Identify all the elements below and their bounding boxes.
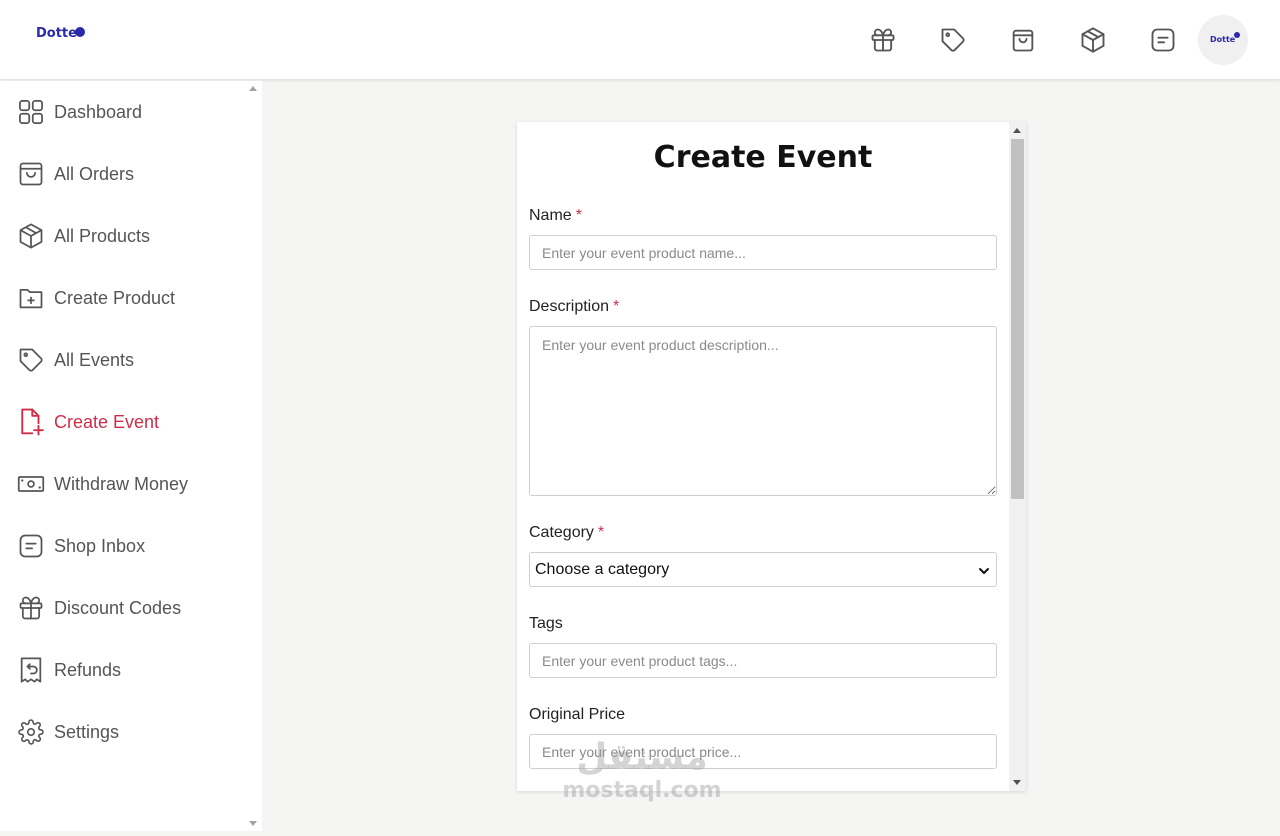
card-scrollbar[interactable]: [1009, 122, 1026, 791]
money-icon: [16, 469, 46, 499]
shopping-bag-icon: [16, 159, 46, 189]
avatar-dot: [1234, 32, 1240, 38]
sidebar-item-label: Settings: [54, 721, 120, 742]
file-plus-icon: [16, 407, 46, 437]
watermark-latin: mostaql.com: [562, 778, 722, 803]
sidebar-item-label: Create Event: [54, 411, 160, 432]
category-select[interactable]: Choose a category: [529, 552, 997, 587]
scroll-down-arrow-icon[interactable]: [1013, 780, 1021, 785]
sidebar-item-label: Create Product: [54, 287, 176, 308]
sidebar-item-label: Shop Inbox: [54, 535, 146, 556]
description-label-text: Description: [529, 298, 610, 315]
shopping-bag-icon[interactable]: [1007, 24, 1039, 56]
avatar-text: Dotte: [1210, 35, 1236, 44]
required-mark: *: [613, 298, 620, 315]
tag-icon[interactable]: [937, 24, 969, 56]
category-label: Category *: [529, 524, 604, 542]
category-selected-value: Choose a category: [535, 560, 670, 578]
sidebar-item-label: Discount Codes: [54, 597, 182, 618]
description-textarea[interactable]: [529, 326, 997, 496]
sidebar-item-shop-inbox[interactable]: Shop Inbox: [0, 526, 245, 566]
sidebar-item-withdraw-money[interactable]: Withdraw Money: [0, 464, 245, 504]
sidebar-scrollbar[interactable]: [245, 81, 262, 831]
logo-dot: [75, 27, 85, 37]
logo[interactable]: Dotte: [36, 26, 77, 41]
watermark-arabic: مستقل: [576, 737, 708, 778]
original-price-label-text: Original Price: [529, 706, 626, 723]
required-mark: *: [575, 207, 582, 224]
message-icon: [16, 531, 46, 561]
description-label: Description *: [529, 298, 619, 316]
sidebar-item-label: Refunds: [54, 659, 122, 680]
sidebar-item-label: Withdraw Money: [54, 473, 189, 494]
avatar[interactable]: Dotte: [1198, 15, 1248, 65]
receipt-refund-icon: [16, 655, 46, 685]
sidebar-item-discount-codes[interactable]: Discount Codes: [0, 588, 245, 628]
sidebar-item-all-products[interactable]: All Products: [0, 216, 245, 256]
chevron-down-icon: [978, 564, 990, 582]
category-label-text: Category: [529, 524, 594, 541]
original-price-label: Original Price: [529, 706, 625, 724]
sidebar-item-refunds[interactable]: Refunds: [0, 650, 245, 690]
folder-plus-icon: [16, 283, 46, 313]
sidebar-item-label: Dashboard: [54, 101, 143, 122]
sidebar-item-all-orders[interactable]: All Orders: [0, 154, 245, 194]
scrollbar-thumb[interactable]: [1011, 139, 1024, 499]
package-icon: [16, 221, 46, 251]
sidebar-item-dashboard[interactable]: Dashboard: [0, 92, 245, 132]
sidebar-item-create-event[interactable]: Create Event: [0, 402, 245, 442]
top-header: Dotte Dotte: [0, 0, 1280, 80]
sidebar: Dashboard All Orders All Products Create…: [0, 81, 245, 831]
tags-label: Tags: [529, 615, 563, 633]
tags-label-text: Tags: [529, 615, 563, 632]
scroll-up-arrow-icon[interactable]: [1013, 128, 1021, 133]
sidebar-item-all-events[interactable]: All Events: [0, 340, 245, 380]
tag-icon: [16, 345, 46, 375]
package-icon[interactable]: [1077, 24, 1109, 56]
scroll-up-arrow-icon[interactable]: [249, 86, 257, 91]
sidebar-item-label: All Events: [54, 349, 135, 370]
sidebar-item-settings[interactable]: Settings: [0, 712, 245, 752]
gear-icon: [16, 717, 46, 747]
sidebar-item-label: All Products: [54, 225, 151, 246]
gift-icon[interactable]: [867, 24, 899, 56]
name-input[interactable]: [529, 235, 997, 270]
name-label: Name *: [529, 207, 582, 225]
message-icon[interactable]: [1147, 24, 1179, 56]
required-mark: *: [597, 524, 605, 541]
name-label-text: Name: [529, 207, 572, 224]
sidebar-item-create-product[interactable]: Create Product: [0, 278, 245, 318]
create-event-card: Create Event Name* Description* Category…: [517, 122, 1026, 791]
gift-icon: [16, 593, 46, 623]
tags-input[interactable]: [529, 643, 997, 678]
page-title: Create Event: [653, 140, 873, 175]
sidebar-item-label: All Orders: [54, 163, 135, 184]
scroll-down-arrow-icon[interactable]: [249, 821, 257, 826]
grid-icon: [16, 97, 46, 127]
watermark: مستقل mostaql.com: [562, 738, 722, 804]
